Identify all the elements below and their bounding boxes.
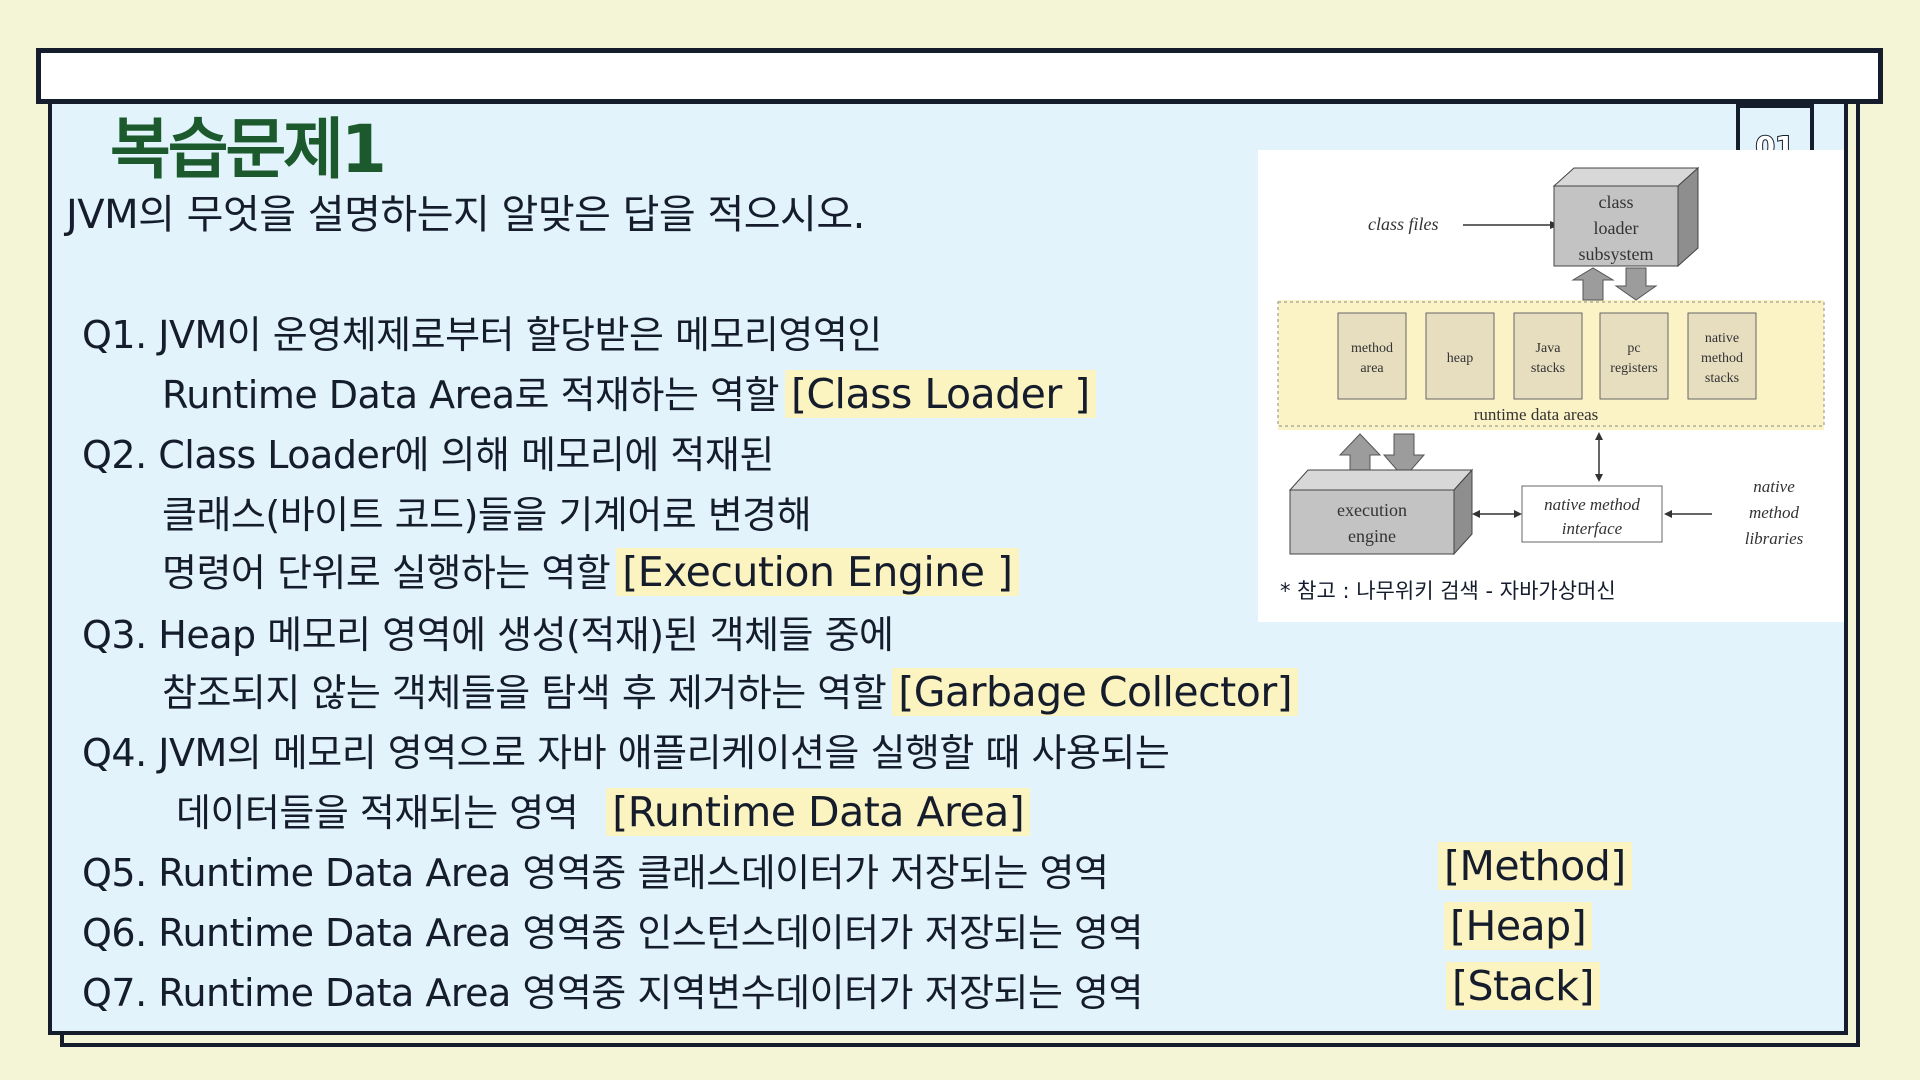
execution-engine-line-1: execution (1337, 500, 1407, 520)
jvm-architecture-diagram: class files class loader subsystem metho… (1258, 150, 1844, 622)
question-5: Q5. Runtime Data Area 영역중 클래스데이터가 저장되는 영… (82, 842, 1109, 897)
pc-registers-line-1: pc (1627, 341, 1640, 356)
question-6-text: Q6. Runtime Data Area 영역중 인스턴스데이터가 저장되는 … (82, 911, 1143, 955)
native-libraries-line-3: libraries (1745, 529, 1804, 548)
method-area-line-2: area (1360, 361, 1384, 376)
java-stacks-box (1513, 312, 1583, 400)
heap-label: heap (1447, 351, 1473, 366)
question-1-line-2: Runtime Data Area로 적재하는 역할 [Class Loader … (162, 364, 1096, 419)
question-1-line-1: Q1. JVM이 운영체제로부터 할당받은 메모리영역인 (82, 313, 882, 357)
native-stacks-line-3: stacks (1705, 371, 1739, 386)
answer-5: [Method] (1438, 842, 1632, 890)
question-2-line-3: 명령어 단위로 실행하는 역할 [Execution Engine ] (162, 542, 1019, 597)
question-2-text: 명령어 단위로 실행하는 역할 (162, 551, 611, 595)
native-stacks-line-1: native (1705, 331, 1739, 346)
pc-registers-box (1599, 312, 1669, 400)
class-loader-line-1: class (1599, 192, 1634, 212)
answer-4: [Runtime Data Area] (606, 788, 1031, 836)
question-3-text: 참조되지 않는 객체들을 탐색 후 제거하는 역할 (162, 671, 887, 715)
question-7-text: Q7. Runtime Data Area 영역중 지역변수데이터가 저장되는 … (82, 971, 1143, 1015)
question-6: Q6. Runtime Data Area 영역중 인스턴스데이터가 저장되는 … (82, 902, 1143, 957)
class-loader-line-3: subsystem (1578, 244, 1653, 264)
native-interface-line-2: interface (1562, 519, 1623, 538)
native-libraries-line-1: native (1753, 477, 1795, 496)
question-4-text: 데이터들을 적재되는 영역 (176, 791, 579, 835)
native-stacks-line-2: method (1701, 351, 1743, 366)
answer-5-wrap: [Method] (1432, 842, 1632, 890)
class-loader-line-2: loader (1594, 218, 1639, 238)
question-1-text: Runtime Data Area로 적재하는 역할 (162, 373, 779, 417)
question-7: Q7. Runtime Data Area 영역중 지역변수데이터가 저장되는 … (82, 962, 1143, 1017)
answer-2: [Execution Engine ] (616, 548, 1019, 596)
java-stacks-line-1: Java (1536, 341, 1562, 356)
answer-6: [Heap] (1444, 902, 1593, 950)
answer-7-wrap: [Stack] (1440, 962, 1601, 1010)
java-stacks-line-2: stacks (1531, 361, 1565, 376)
native-interface-line-1: native method (1544, 495, 1640, 514)
answer-3: [Garbage Collector] (892, 668, 1299, 716)
answer-6-wrap: [Heap] (1438, 902, 1593, 950)
slide-title: 복습문제1 (110, 111, 387, 188)
reference-note: * 참고 : 나무위키 검색 - 자바가상머신 (1280, 579, 1616, 603)
pc-registers-line-2: registers (1610, 361, 1657, 376)
question-4-line-1: Q4. JVM의 메모리 영역으로 자바 애플리케이션을 실행할 때 사용되는 (82, 731, 1170, 775)
question-5-text: Q5. Runtime Data Area 영역중 클래스데이터가 저장되는 영… (82, 851, 1109, 895)
execution-engine-line-2: engine (1348, 526, 1396, 546)
question-2-line-1: Q2. Class Loader에 의해 메모리에 적재된 (82, 433, 774, 477)
method-area-line-1: method (1351, 341, 1393, 356)
runtime-data-areas-label: runtime data areas (1474, 405, 1599, 424)
question-3-line-1: Q3. Heap 메모리 영역에 생성(적재)된 객체들 중에 (82, 613, 894, 657)
question-3-line-2: 참조되지 않는 객체들을 탐색 후 제거하는 역할 [Garbage Collec… (162, 662, 1299, 717)
question-2-line-2: 클래스(바이트 코드)들을 기계어로 변경해 (162, 493, 812, 537)
answer-7: [Stack] (1446, 962, 1601, 1010)
method-area-box (1337, 312, 1407, 400)
native-libraries-line-2: method (1749, 503, 1800, 522)
instruction-text: JVM의 무엇을 설명하는지 알맞은 답을 적으시오. (66, 192, 865, 238)
answer-1: [Class Loader ] (784, 370, 1096, 418)
question-4-line-2: 데이터들을 적재되는 영역 [Runtime Data Area] (176, 782, 1031, 837)
class-files-label: class files (1368, 214, 1439, 234)
